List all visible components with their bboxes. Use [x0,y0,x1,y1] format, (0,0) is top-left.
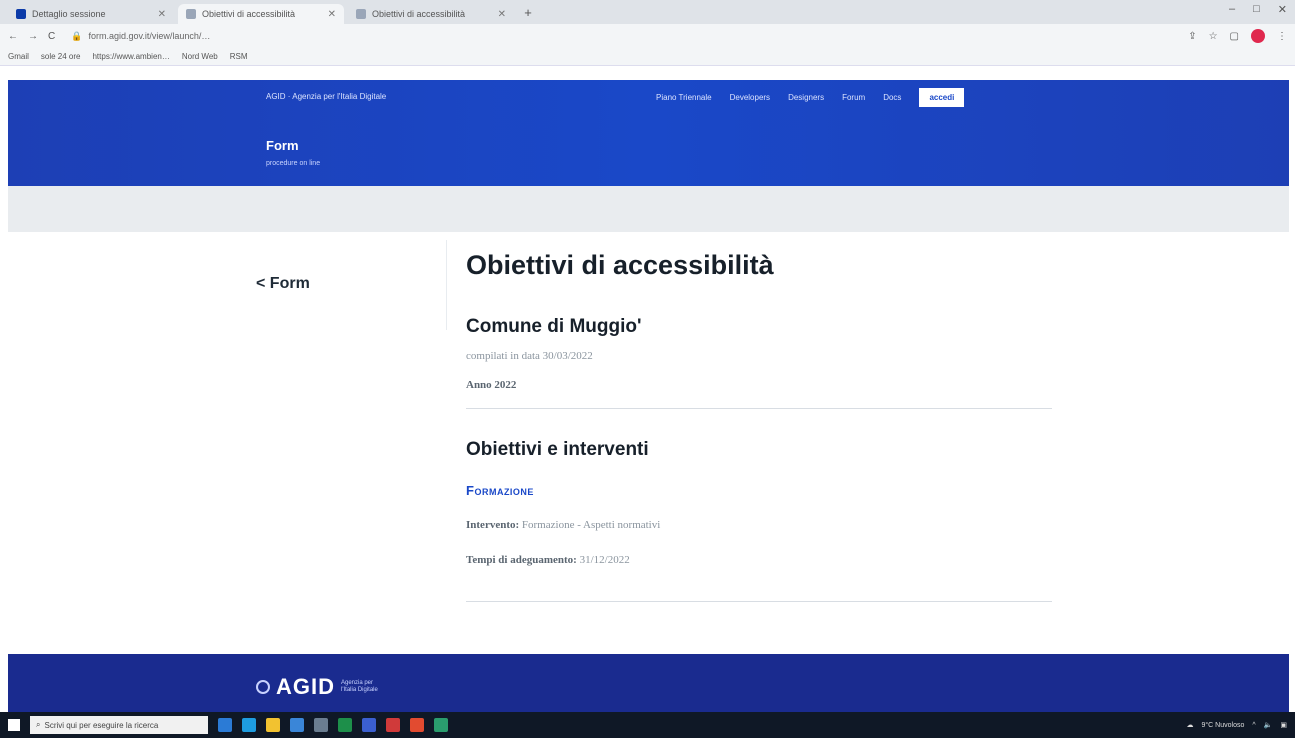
pdf-icon[interactable] [386,718,400,732]
excel-icon[interactable] [338,718,352,732]
top-navigation: Piano Triennale Developers Designers For… [656,88,965,107]
bookmark-item[interactable]: RSM [230,52,248,61]
tab-favicon-icon [186,9,196,19]
menu-icon[interactable]: ⋮ [1277,31,1287,42]
store-icon[interactable] [290,718,304,732]
back-icon[interactable]: ← [8,31,18,42]
forward-icon[interactable]: → [28,31,38,42]
search-placeholder: Scrivi qui per eseguire la ricerca [44,720,159,730]
search-icon: ⌕ [36,720,41,729]
windows-start-icon[interactable] [8,719,20,731]
site-header: AGID · Agenzia per l'Italia Digitale Pia… [8,80,1289,186]
close-icon[interactable]: ✕ [158,9,166,20]
logo-text: AGID [276,674,335,699]
url-input[interactable]: 🔒 form.agid.gov.it/view/launch/… [65,27,1179,45]
chevron-up-icon[interactable]: ^ [1252,722,1255,729]
maximize-button[interactable]: □ [1253,3,1260,16]
tab-label: Obiettivi di accessibilità [202,9,296,19]
tab-label: Dettaglio sessione [32,9,106,19]
back-to-form-link[interactable]: < Form [256,275,310,293]
section-divider [466,408,1052,409]
entity-name: Comune di Muggio' [466,316,642,337]
category-heading: Formazione [466,483,534,498]
word-icon[interactable] [362,718,376,732]
weather-text[interactable]: 9°C Nuvoloso [1201,722,1244,729]
task-view-icon[interactable] [218,718,232,732]
browser-tab-active[interactable]: Obiettivi di accessibilità ✕ [178,4,344,24]
page-title: Obiettivi di accessibilità [466,250,774,280]
bookmark-item[interactable]: Gmail [8,52,29,61]
new-tab-button[interactable]: + [518,5,538,20]
lock-icon: 🔒 [71,30,83,41]
address-bar-row: ← → C 🔒 form.agid.gov.it/view/launch/… ⇪… [0,24,1295,48]
tempi-row: Tempi di adeguamento: 31/12/2022 [466,554,630,566]
toolbar-actions: ⇪ ☆ ▢ ⋮ [1188,29,1287,43]
compiled-date: compilati in data 30/03/2022 [466,350,593,362]
intervento-row: Intervento: Formazione - Aspetti normati… [466,519,660,531]
bookmark-item[interactable]: sole 24 ore [41,52,81,61]
section-divider [466,601,1052,602]
bookmark-item[interactable]: Nord Web [182,52,218,61]
site-footer: AGID Agenzia per l'Italia Digitale [8,654,1289,712]
browser-tab[interactable]: Dettaglio sessione ✕ [8,4,174,24]
edge-icon[interactable] [242,718,256,732]
nav-item-developers[interactable]: Developers [730,93,770,102]
taskbar-search-input[interactable]: ⌕ Scrivi qui per eseguire la ricerca [30,716,208,734]
browser-tab[interactable]: Obiettivi di accessibilità ✕ [348,4,514,24]
bookmark-item[interactable]: https://www.ambien… [92,52,169,61]
cloud-icon: ☁ [1186,722,1194,729]
extensions-icon[interactable]: ▢ [1230,31,1239,42]
tab-favicon-icon [356,9,366,19]
speaker-icon[interactable]: 🔈 [1264,721,1273,729]
reload-icon[interactable]: C [48,31,55,42]
close-icon[interactable]: ✕ [498,9,506,20]
org-name[interactable]: AGID · Agenzia per l'Italia Digitale [266,92,386,101]
notification-icon[interactable]: ▣ [1280,721,1287,729]
intervento-value: Formazione - Aspetti normativi [521,519,661,531]
vertical-divider [446,240,447,330]
window-controls: – □ ✕ [1229,3,1287,16]
year-label: Anno 2022 [466,379,517,391]
main-content: Obiettivi di accessibilità Comune di Mug… [466,250,1052,602]
nav-item-designers[interactable]: Designers [788,93,824,102]
share-icon[interactable]: ⇪ [1188,31,1196,42]
nav-item-docs[interactable]: Docs [883,93,901,102]
file-explorer-icon[interactable] [266,718,280,732]
tab-favicon-icon [16,9,26,19]
bookmarks-bar: Gmail sole 24 ore https://www.ambien… No… [0,48,1295,66]
breadcrumb-band [8,186,1289,232]
nav-item-piano-triennale[interactable]: Piano Triennale [656,93,712,102]
logo-subtitle: Agenzia per l'Italia Digitale [341,680,378,693]
app-icon[interactable] [434,718,448,732]
agid-ring-icon [256,680,270,694]
close-icon[interactable]: ✕ [328,9,336,20]
minimize-button[interactable]: – [1229,3,1235,16]
site-title[interactable]: Form [266,138,299,153]
url-text: form.agid.gov.it/view/launch/… [88,31,211,41]
browser-tab-bar: Dettaglio sessione ✕ Obiettivi di access… [0,0,1295,24]
intervento-label: Intervento: [466,519,520,531]
os-taskbar: ⌕ Scrivi qui per eseguire la ricerca ☁ 9… [0,712,1295,738]
chrome-icon[interactable] [410,718,424,732]
star-icon[interactable]: ☆ [1209,31,1218,42]
agid-logo[interactable]: AGID Agenzia per l'Italia Digitale [256,674,381,700]
profile-avatar[interactable] [1251,29,1265,43]
system-tray: ☁ 9°C Nuvoloso ^ 🔈 ▣ [1186,721,1287,730]
section-title: Obiettivi e interventi [466,439,649,460]
login-button[interactable]: accedi [919,88,965,107]
site-subtitle: procedure on line [266,160,321,167]
app-icon[interactable] [314,718,328,732]
tempi-label: Tempi di adeguamento: [466,554,577,566]
tempi-value: 31/12/2022 [579,554,630,566]
close-window-button[interactable]: ✕ [1278,3,1287,16]
nav-item-forum[interactable]: Forum [842,93,865,102]
tab-label: Obiettivi di accessibilità [372,9,466,19]
